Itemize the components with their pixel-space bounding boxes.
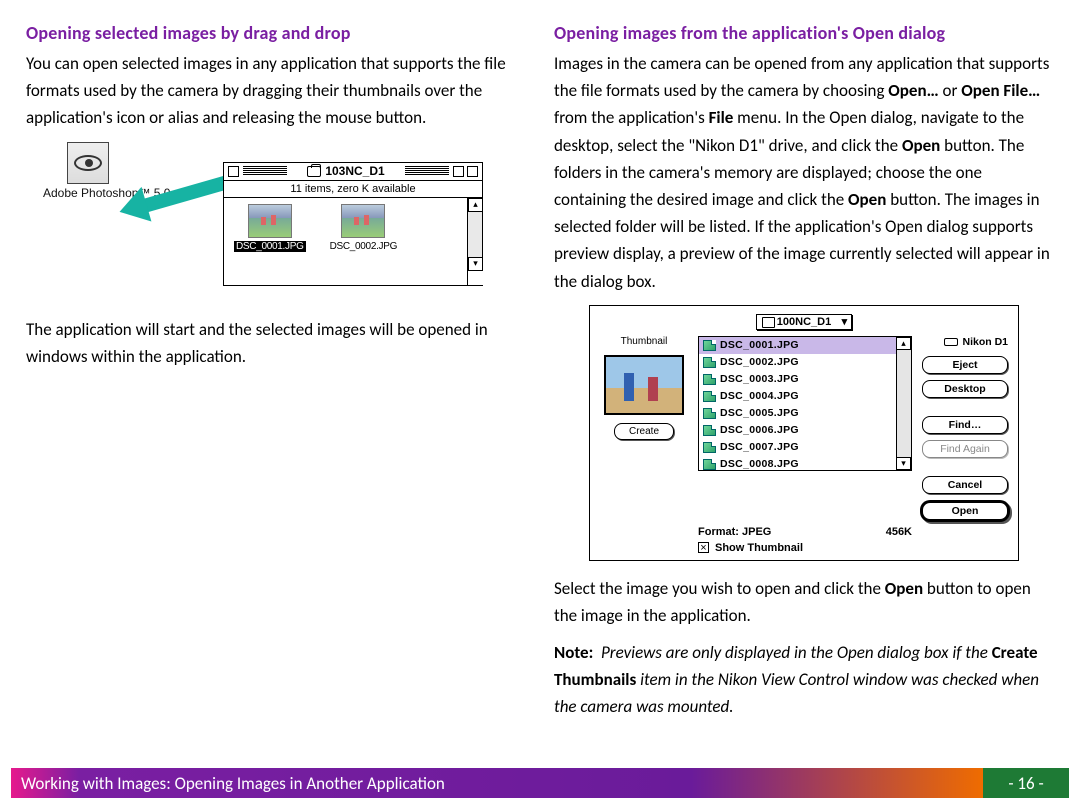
- volume-icon: [307, 166, 321, 177]
- list-item[interactable]: DSC_0007.JPG: [699, 439, 911, 456]
- scroll-up-icon[interactable]: ▴: [468, 198, 483, 212]
- list-item[interactable]: DSC_0002.JPG: [699, 354, 911, 371]
- image-thumbnail-icon: [248, 204, 292, 238]
- footer-breadcrumb: Working with Images: Opening Images in A…: [11, 768, 983, 798]
- list-item[interactable]: DSC_0005.JPG: [699, 405, 911, 422]
- scroll-up-icon[interactable]: ▴: [896, 337, 911, 350]
- show-thumbnail-label: Show Thumbnail: [715, 542, 803, 554]
- scroll-down-icon[interactable]: ▾: [468, 257, 483, 271]
- find-again-button[interactable]: Find Again: [922, 440, 1008, 458]
- heading-open-dialog: Opening images from the application's Op…: [554, 22, 1054, 44]
- para-right-1: Images in the camera can be opened from …: [554, 50, 1054, 295]
- finder-status-bar: 11 items, zero K available: [224, 181, 482, 198]
- list-item[interactable]: DSC_0006.JPG: [699, 422, 911, 439]
- file-name-selected: DSC_0001.JPG: [234, 241, 306, 252]
- scrollbar[interactable]: ▴ ▾: [896, 337, 911, 470]
- titlebar-stripes: [243, 166, 287, 176]
- jpeg-file-icon: [703, 340, 716, 351]
- drive-icon: [944, 338, 958, 346]
- desktop-button[interactable]: Desktop: [922, 380, 1008, 398]
- figure-open-dialog: 100NC_D1 Thumbnail Create DSC_0001.JPG D…: [589, 305, 1019, 561]
- jpeg-file-icon: [703, 459, 716, 470]
- preview-image: [604, 355, 684, 415]
- figure-drag-drop: Adobe Photoshop™ 5.0 103NC_D1: [71, 142, 481, 302]
- close-box-icon[interactable]: [228, 166, 239, 177]
- eject-button[interactable]: Eject: [922, 356, 1008, 374]
- list-item[interactable]: DSC_0004.JPG: [699, 388, 911, 405]
- folder-popup[interactable]: 100NC_D1: [756, 314, 852, 330]
- note-paragraph: Note: Previews are only displayed in the…: [554, 639, 1054, 721]
- create-button[interactable]: Create: [614, 423, 674, 440]
- jpeg-file-icon: [703, 391, 716, 402]
- finder-window: 103NC_D1 11 items, zero K available: [223, 162, 483, 286]
- photoshop-app-icon: [67, 142, 109, 184]
- drive-label: Nikon D1: [922, 336, 1008, 348]
- list-item[interactable]: DSC_0003.JPG: [699, 371, 911, 388]
- jpeg-file-icon: [703, 408, 716, 419]
- thumbnail-label: Thumbnail: [621, 336, 668, 347]
- heading-drag-drop: Opening selected images by drag and drop: [26, 22, 526, 44]
- jpeg-file-icon: [703, 442, 716, 453]
- open-button[interactable]: Open: [922, 502, 1008, 520]
- collapse-box-icon[interactable]: [467, 166, 478, 177]
- page-footer: Working with Images: Opening Images in A…: [11, 768, 1069, 798]
- file-size-label: 456K: [886, 526, 912, 538]
- jpeg-file-icon: [703, 357, 716, 368]
- list-item[interactable]: DSC_0001.JPG: [699, 337, 911, 354]
- scrollbar[interactable]: ▴ ▾: [467, 198, 482, 285]
- para-left-2: The application will start and the selec…: [26, 316, 526, 370]
- zoom-box-icon[interactable]: [453, 166, 464, 177]
- file-item[interactable]: DSC_0002.JPG: [330, 204, 398, 281]
- cancel-button[interactable]: Cancel: [922, 476, 1008, 494]
- show-thumbnail-checkbox[interactable]: ×: [698, 542, 709, 553]
- jpeg-file-icon: [703, 425, 716, 436]
- open-dialog-window: 100NC_D1 Thumbnail Create DSC_0001.JPG D…: [589, 305, 1019, 561]
- file-list[interactable]: DSC_0001.JPG DSC_0002.JPG DSC_0003.JPG D…: [698, 336, 912, 471]
- eye-icon: [74, 155, 102, 171]
- find-button[interactable]: Find…: [922, 416, 1008, 434]
- para-left-1: You can open selected images in any appl…: [26, 50, 526, 132]
- scroll-down-icon[interactable]: ▾: [896, 457, 911, 470]
- page-number: - 16 -: [983, 768, 1069, 798]
- file-name: DSC_0002.JPG: [330, 241, 398, 252]
- titlebar-stripes: [405, 166, 449, 176]
- para-right-2: Select the image you wish to open and cl…: [554, 575, 1054, 629]
- image-thumbnail-icon: [341, 204, 385, 238]
- list-item[interactable]: DSC_0008.JPG: [699, 456, 911, 473]
- format-label: Format: JPEG: [698, 526, 771, 538]
- jpeg-file-icon: [703, 374, 716, 385]
- file-item[interactable]: DSC_0001.JPG: [234, 204, 306, 281]
- finder-window-title: 103NC_D1: [325, 164, 384, 178]
